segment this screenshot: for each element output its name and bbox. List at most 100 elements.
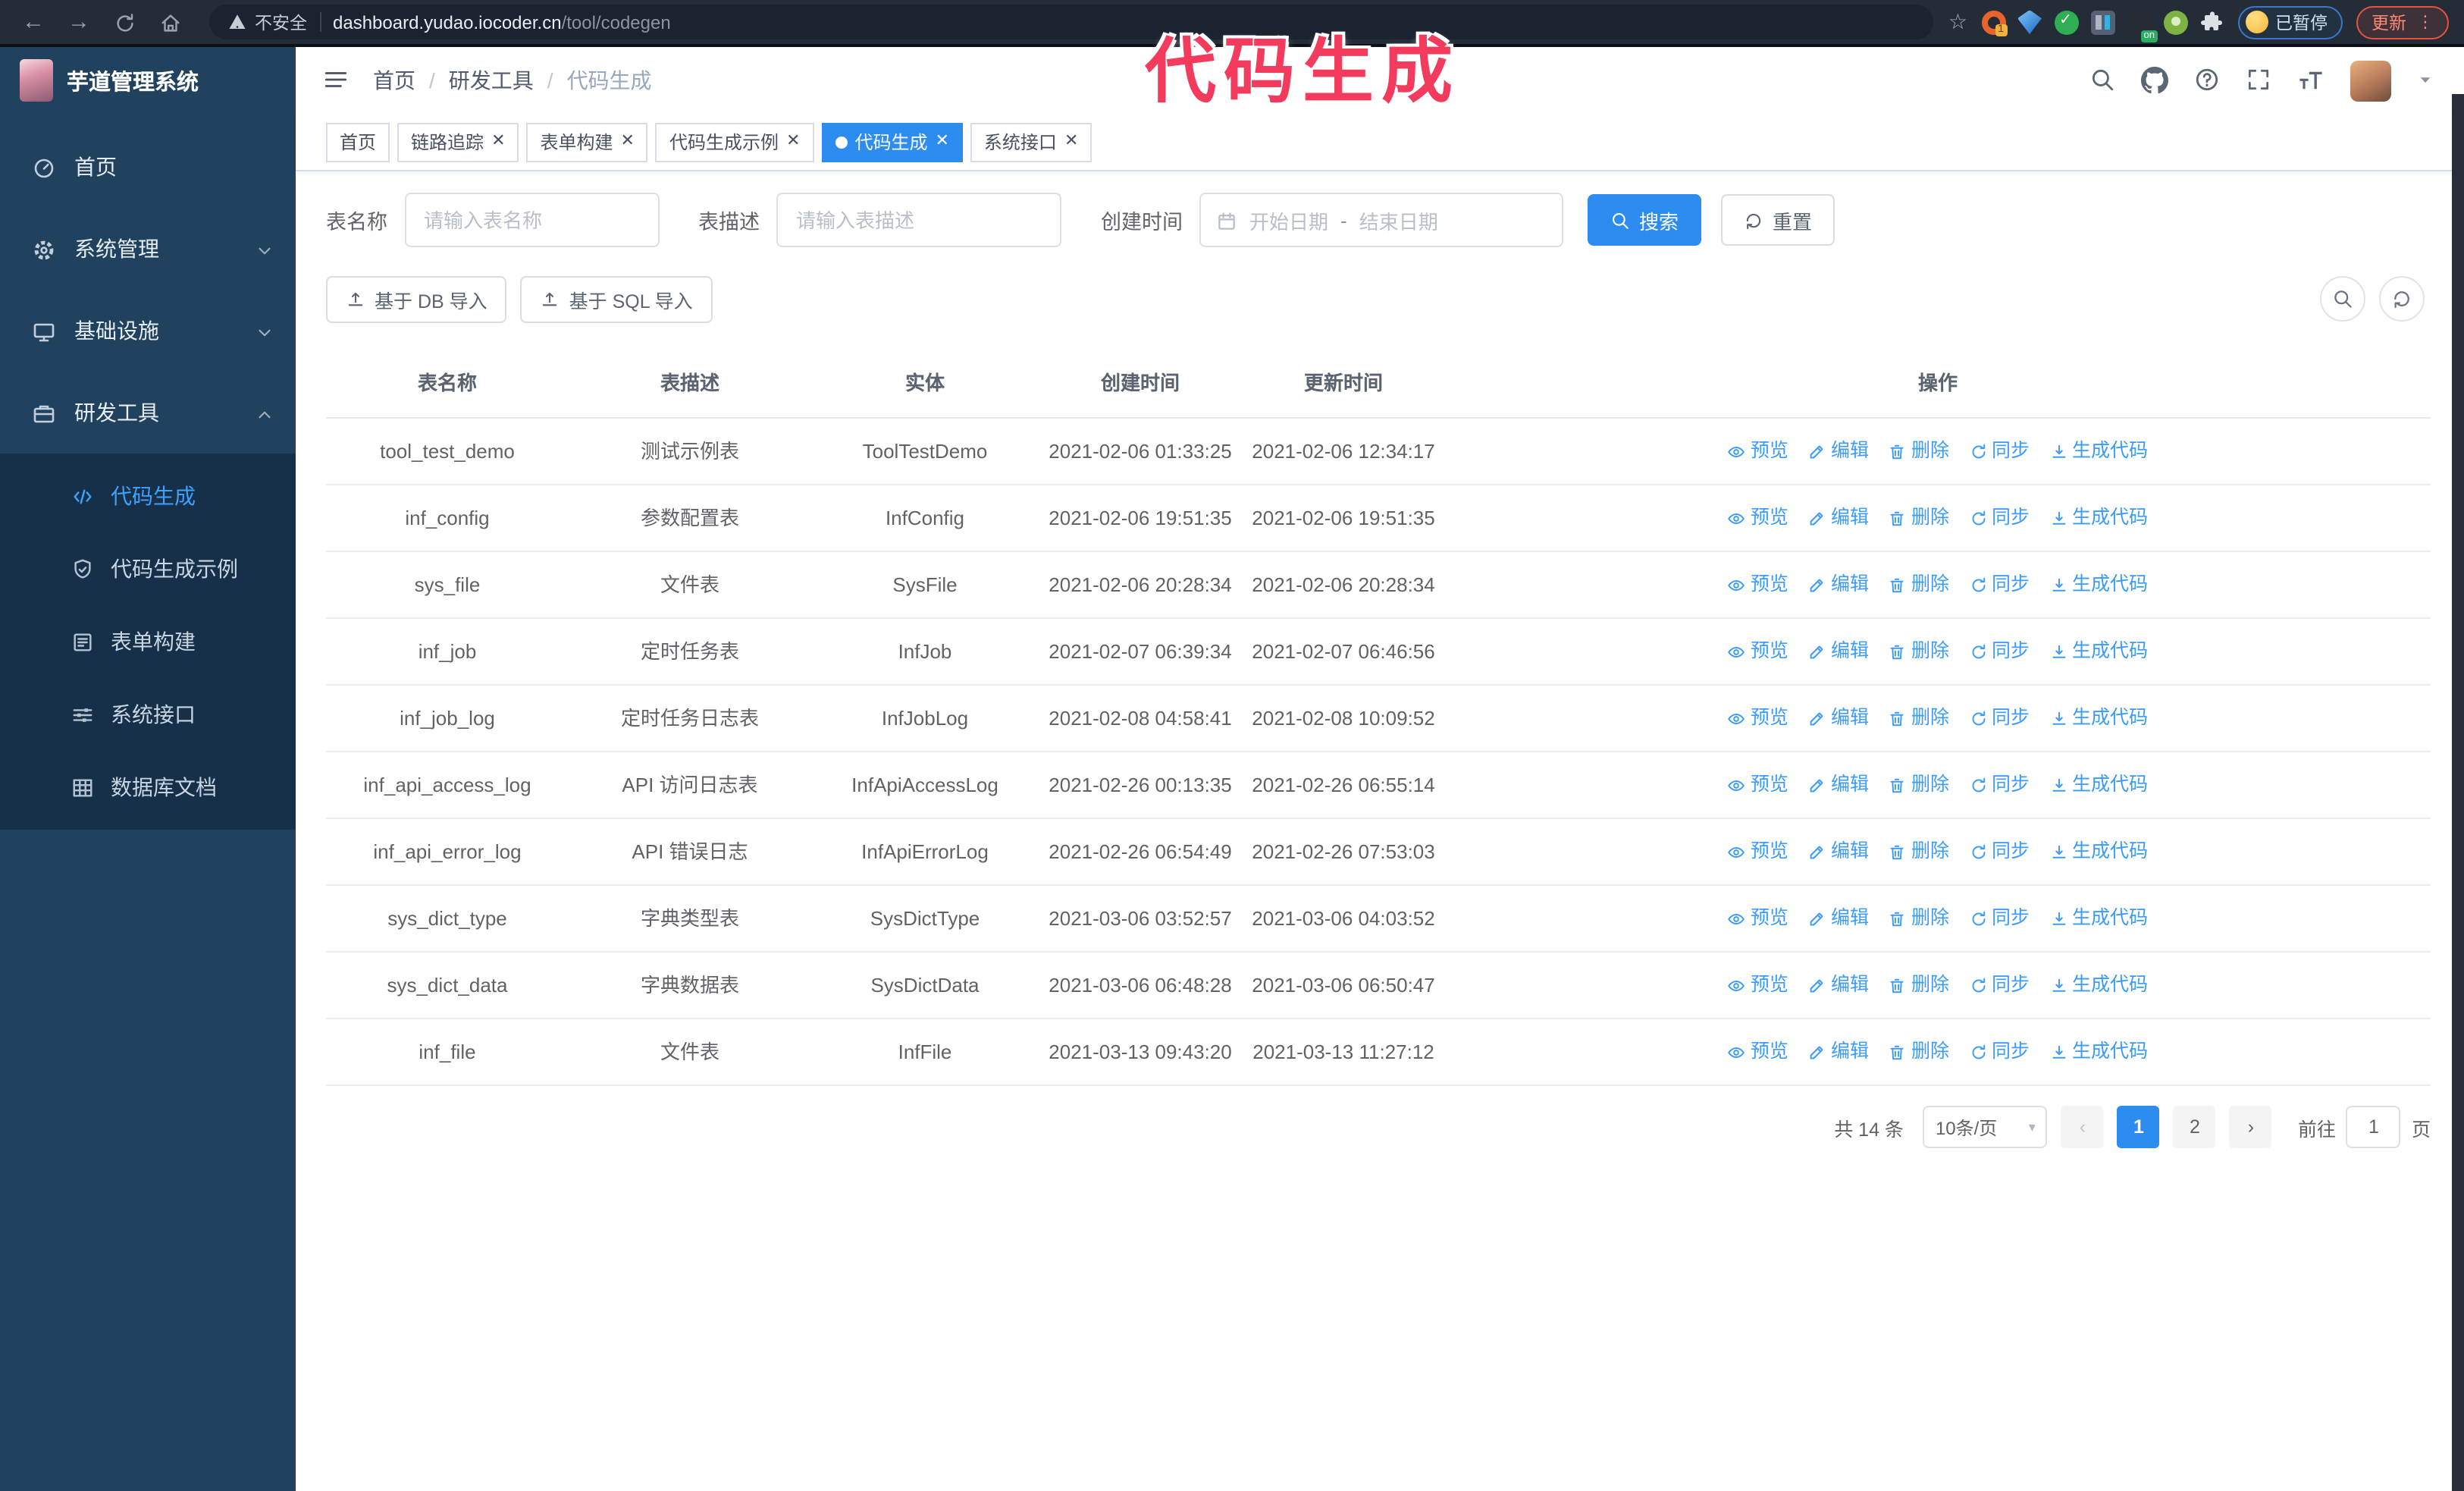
font-size-icon[interactable] (2297, 67, 2324, 94)
action-link[interactable]: 删除 (1889, 836, 1949, 868)
back-icon[interactable]: ← (15, 2, 52, 42)
table-desc-input[interactable] (776, 193, 1061, 247)
action-link[interactable]: 同步 (1969, 569, 2030, 601)
action-link[interactable]: 编辑 (1808, 569, 1869, 601)
sidebar-submenu-item[interactable]: 代码生成 (0, 460, 296, 532)
tab-close-icon[interactable]: ✕ (1064, 133, 1078, 150)
action-link[interactable]: 预览 (1728, 502, 1788, 534)
end-date-placeholder[interactable]: 结束日期 (1359, 206, 1438, 234)
action-link[interactable]: 预览 (1728, 769, 1788, 801)
menu-dots-icon[interactable]: ⋮ (2417, 12, 2434, 32)
action-link[interactable]: 删除 (1889, 902, 1949, 934)
profile-paused-badge[interactable]: 已暂停 (2237, 5, 2343, 39)
sidebar-submenu-item[interactable]: 系统接口 (0, 678, 296, 751)
action-link[interactable]: 预览 (1728, 902, 1788, 934)
import-db-button[interactable]: 基于 DB 导入 (326, 276, 507, 323)
onoff-extension-icon[interactable] (2127, 10, 2157, 42)
action-link[interactable]: 同步 (1969, 769, 2030, 801)
forward-icon[interactable]: → (61, 2, 97, 42)
action-link[interactable]: 同步 (1969, 702, 2030, 734)
sidebar-menu-item[interactable]: 首页 (0, 126, 296, 208)
action-link[interactable]: 编辑 (1808, 969, 1869, 1001)
grid-extension-icon[interactable] (2090, 10, 2114, 34)
page-tab[interactable]: 代码生成 ✕ (821, 122, 963, 162)
action-link[interactable]: 生成代码 (2049, 836, 2148, 868)
bookmark-star-icon[interactable]: ☆ (1948, 9, 1967, 35)
action-link[interactable]: 预览 (1728, 569, 1788, 601)
action-link[interactable]: 编辑 (1808, 435, 1869, 467)
sidebar-submenu-item[interactable]: 代码生成示例 (0, 532, 296, 605)
action-link[interactable]: 同步 (1969, 1036, 2030, 1068)
reset-button[interactable]: 重置 (1721, 194, 1835, 246)
page-tab[interactable]: 系统接口 ✕ (970, 122, 1092, 162)
reload-icon[interactable] (106, 2, 143, 42)
colorzilla-extension-icon[interactable] (1981, 10, 2007, 36)
action-link[interactable]: 同步 (1969, 502, 2030, 534)
action-link[interactable]: 生成代码 (2049, 636, 2148, 667)
import-sql-button[interactable]: 基于 SQL 导入 (520, 276, 713, 323)
page-size-select[interactable]: 10条/页 ▾ (1923, 1106, 2048, 1148)
action-link[interactable]: 生成代码 (2049, 569, 2148, 601)
refresh-button[interactable] (2379, 276, 2425, 322)
home-icon[interactable] (152, 2, 188, 42)
action-link[interactable]: 预览 (1728, 1036, 1788, 1068)
sidebar-submenu-item[interactable]: 表单构建 (0, 605, 296, 678)
puzzle-extension-icon[interactable] (2199, 10, 2224, 34)
sidebar-menu-item[interactable]: 研发工具 (0, 372, 296, 454)
action-link[interactable]: 预览 (1728, 836, 1788, 868)
page-tab[interactable]: 代码生成示例 ✕ (655, 122, 814, 162)
action-link[interactable]: 删除 (1889, 636, 1949, 667)
action-link[interactable]: 生成代码 (2049, 969, 2148, 1001)
action-link[interactable]: 编辑 (1808, 702, 1869, 734)
tab-close-icon[interactable]: ✕ (935, 133, 948, 150)
action-link[interactable]: 删除 (1889, 569, 1949, 601)
user-avatar[interactable] (2350, 60, 2391, 101)
action-link[interactable]: 生成代码 (2049, 502, 2148, 534)
action-link[interactable]: 编辑 (1808, 502, 1869, 534)
action-link[interactable]: 编辑 (1808, 769, 1869, 801)
breadcrumb-home[interactable]: 首页 (373, 65, 415, 96)
tab-close-icon[interactable]: ✕ (621, 133, 635, 150)
tab-close-icon[interactable]: ✕ (786, 133, 800, 150)
sidebar-menu-item[interactable]: 系统管理 (0, 208, 296, 290)
search-icon[interactable] (2089, 67, 2115, 94)
browser-scrollbar[interactable] (2452, 94, 2464, 1491)
action-link[interactable]: 同步 (1969, 969, 2030, 1001)
page-tab[interactable]: 首页 (326, 122, 390, 162)
address-bar[interactable]: 不安全 dashboard.yudao.iocoder.cn /tool/cod… (209, 5, 1933, 39)
page-number[interactable]: 2 (2173, 1106, 2216, 1148)
breadcrumb-tools[interactable]: 研发工具 (449, 65, 534, 96)
action-link[interactable]: 同步 (1969, 435, 2030, 467)
action-link[interactable]: 预览 (1728, 969, 1788, 1001)
action-link[interactable]: 删除 (1889, 769, 1949, 801)
gem-extension-icon[interactable] (2017, 10, 2042, 34)
check-extension-icon[interactable] (2054, 10, 2078, 34)
search-button[interactable]: 搜索 (1588, 194, 1702, 246)
action-link[interactable]: 预览 (1728, 636, 1788, 667)
action-link[interactable]: 删除 (1889, 502, 1949, 534)
page-tab[interactable]: 链路追踪 ✕ (397, 122, 519, 162)
page-number[interactable]: 1 (2117, 1106, 2160, 1148)
action-link[interactable]: 预览 (1728, 435, 1788, 467)
action-link[interactable]: 删除 (1889, 1036, 1949, 1068)
tab-close-icon[interactable]: ✕ (491, 133, 505, 150)
action-link[interactable]: 预览 (1728, 702, 1788, 734)
action-link[interactable]: 生成代码 (2049, 702, 2148, 734)
action-link[interactable]: 生成代码 (2049, 769, 2148, 801)
action-link[interactable]: 删除 (1889, 702, 1949, 734)
hamburger-icon[interactable] (323, 67, 349, 94)
action-link[interactable]: 编辑 (1808, 902, 1869, 934)
action-link[interactable]: 编辑 (1808, 836, 1869, 868)
goto-page-input[interactable] (2346, 1106, 2401, 1148)
avatar-caret-icon[interactable] (2417, 72, 2434, 89)
help-icon[interactable] (2194, 67, 2220, 94)
action-link[interactable]: 生成代码 (2049, 435, 2148, 467)
date-range-picker[interactable]: 开始日期 - 结束日期 (1199, 193, 1563, 247)
table-name-input[interactable] (404, 193, 659, 247)
action-link[interactable]: 生成代码 (2049, 1036, 2148, 1068)
action-link[interactable]: 编辑 (1808, 1036, 1869, 1068)
github-icon[interactable] (2141, 67, 2168, 94)
action-link[interactable]: 同步 (1969, 902, 2030, 934)
action-link[interactable]: 同步 (1969, 636, 2030, 667)
key-extension-icon[interactable] (2163, 10, 2187, 34)
